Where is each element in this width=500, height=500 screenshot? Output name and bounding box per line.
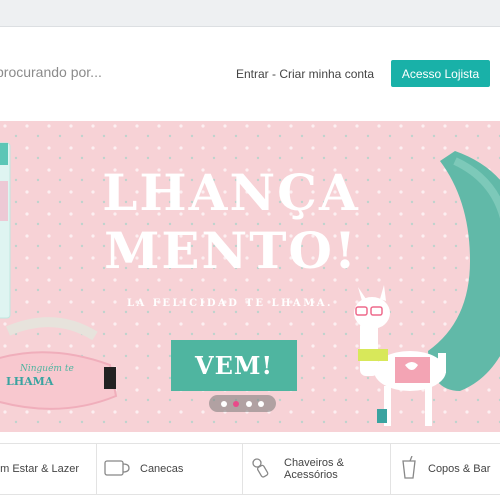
category-item-canecas[interactable]: Canecas <box>104 444 242 494</box>
hero-banner[interactable]: Ninguém te LHAMA LHANÇA MENTO! LA FELICI… <box>0 121 500 432</box>
carousel-pager <box>209 395 276 412</box>
banner-cta-button[interactable]: VEM! <box>171 340 297 391</box>
category-item-copos[interactable]: Copos & Bar <box>400 444 500 494</box>
cup-icon <box>400 455 418 483</box>
mug-icon <box>104 458 130 481</box>
login-link[interactable]: Entrar - Criar minha conta <box>236 67 374 81</box>
search-input[interactable]: procurando por... <box>0 64 102 80</box>
browser-top-strip <box>0 0 500 27</box>
category-item-chaveiros[interactable]: Chaveiros & Acessórios <box>250 444 390 494</box>
banner-tagline: LA FELICIDAD TE LHAMA. <box>126 298 333 309</box>
mask-text: LHAMA <box>6 375 54 388</box>
category-divider <box>390 444 391 494</box>
carousel-dot-active[interactable] <box>233 400 240 407</box>
carousel-dot[interactable] <box>257 400 264 407</box>
carousel-dot[interactable] <box>245 400 252 407</box>
category-divider <box>96 444 97 494</box>
category-label: em Estar & Lazer <box>0 463 79 475</box>
category-label: Canecas <box>140 463 184 475</box>
category-divider <box>242 444 243 494</box>
category-label: Chaveiros & Acessórios <box>284 457 344 481</box>
banner-title-line2: MENTO! <box>104 221 358 280</box>
lojista-access-button[interactable]: Acesso Lojista <box>391 60 490 87</box>
carousel-dot[interactable] <box>221 400 228 407</box>
keychain-icon <box>250 456 274 483</box>
category-label: Copos & Bar <box>428 463 491 475</box>
bottle-image <box>0 142 11 319</box>
banner-title-line1: LHANÇA <box>102 163 360 222</box>
category-bar: em Estar & Lazer Canecas Chaveiros & Aces… <box>0 443 500 495</box>
mask-text-top: Ninguém te <box>19 363 74 374</box>
category-item-bem-estar[interactable]: em Estar & Lazer <box>0 444 94 494</box>
